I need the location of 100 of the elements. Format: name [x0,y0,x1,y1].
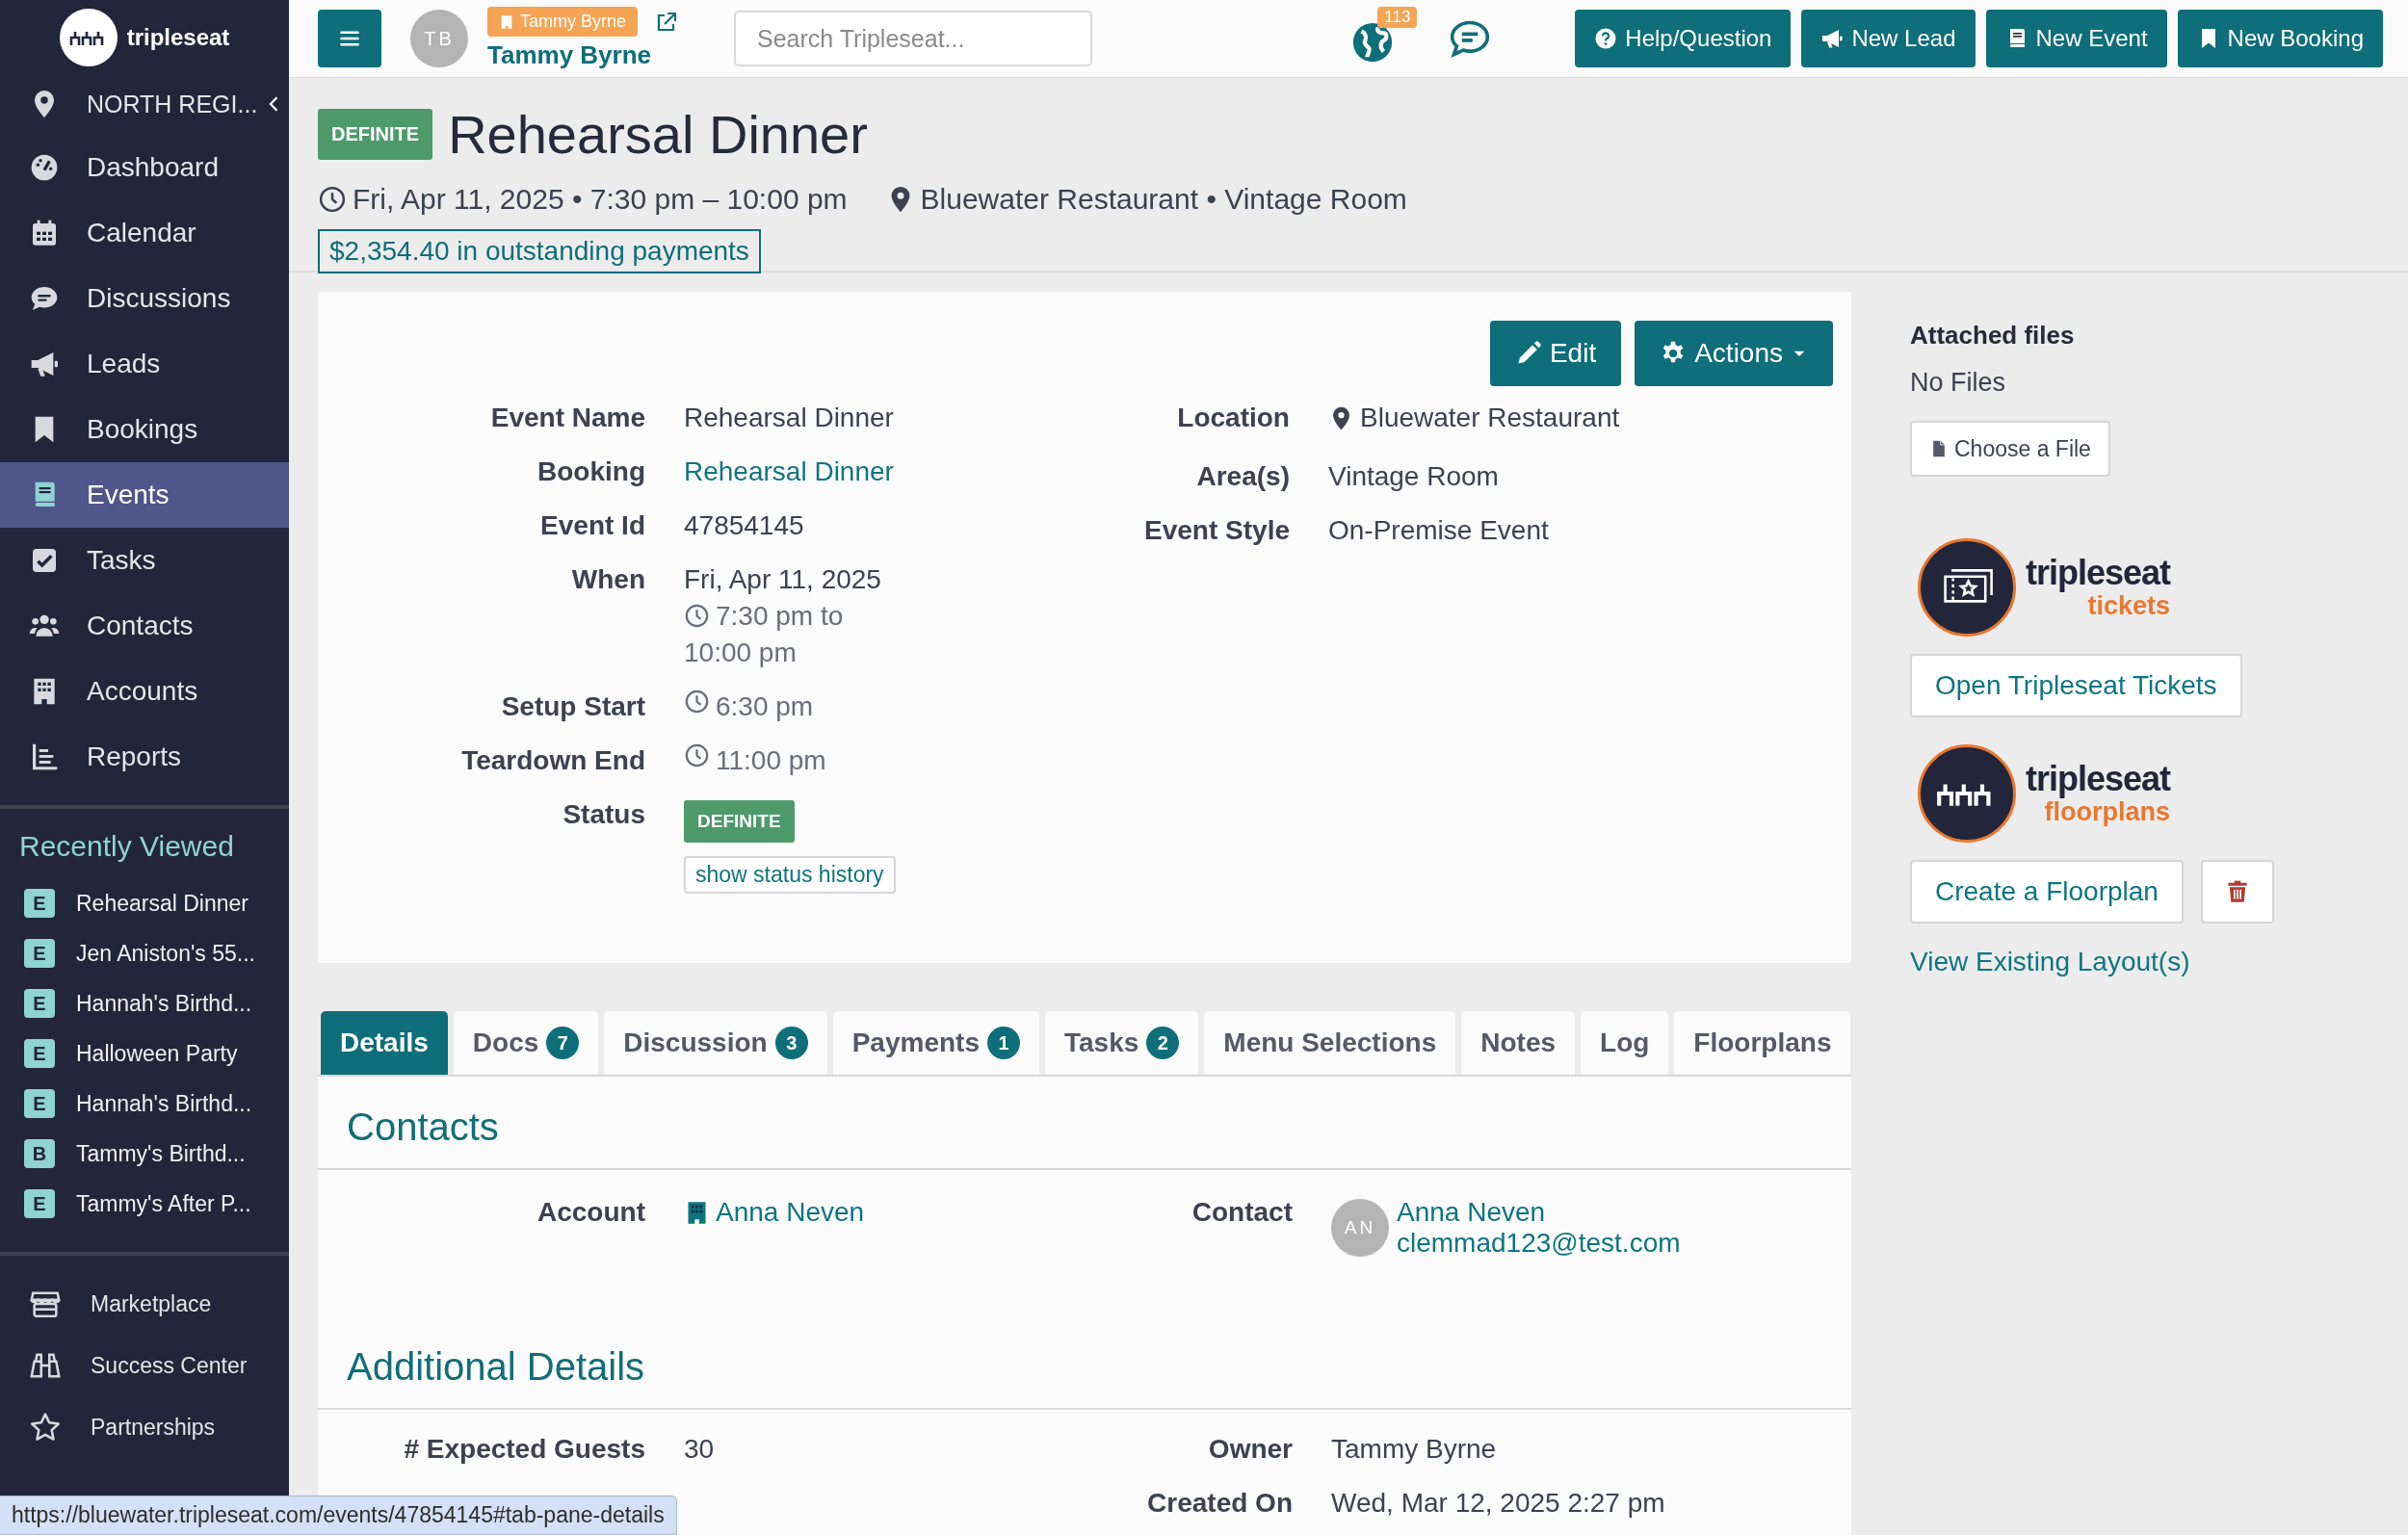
type-badge: E [24,989,55,1018]
tab[interactable]: Tasks 2 [1045,1011,1199,1075]
count-badge: 2 [1146,1027,1180,1059]
sidebar-item[interactable]: Contacts [0,593,289,659]
type-badge: E [24,889,55,918]
search-field[interactable]: Search Tripleseat... [734,11,1093,66]
field-value: 11:00 pm [684,742,970,779]
tab[interactable]: Notes [1461,1011,1576,1075]
sidebar-item[interactable]: Dashboard [0,135,289,200]
field-label: Event Id [539,509,645,542]
sidebar-item[interactable]: Tasks [0,528,289,593]
count-badge: 3 [774,1027,808,1059]
event-datetime: Fri, Apr 11, 2025 • 7:30 pm – 10:00 pm [318,183,848,216]
recent-item-link[interactable]: Hannah's Birthd... [76,990,252,1017]
sidebar-item[interactable]: Success Center [0,1335,289,1396]
time-range: 7:30 pm to 10:00 pm [684,600,845,669]
external-link-icon [655,10,679,34]
field-label: Created On [1146,1487,1293,1520]
type-badge: E [24,1039,55,1068]
tab[interactable]: Log [1581,1011,1669,1075]
header-button[interactable]: New Lead [1801,10,1976,67]
section-heading: Attached files [1910,321,2075,351]
field-label: Owner [1207,1433,1293,1466]
field-label: Area(s) [1195,459,1290,493]
tab[interactable]: Floorplans [1674,1011,1851,1075]
clock-icon [684,603,710,629]
section-heading: Additional Details [318,1316,1851,1410]
sidebar-item[interactable]: Reports [0,724,289,790]
field-label: Status [562,798,645,831]
event-venue: Bluewater Restaurant • Vintage Room [885,183,1407,216]
field-value: On-Premise Event [1328,513,1549,547]
create-floorplan-button[interactable]: Create a Floorplan [1910,860,2184,924]
recent-item-link[interactable]: Hannah's Birthd... [76,1090,252,1117]
clock-icon [684,689,710,715]
status-bar-url: https://bluewater.tripleseat.com/events/47854145#tab-pane-details [0,1496,677,1535]
recent-item-link[interactable]: Halloween Party [76,1040,238,1067]
menu-button[interactable] [318,10,381,67]
account-link[interactable]: Anna Neven [684,1197,865,1228]
user-avatar: TB [410,10,468,67]
tab[interactable]: Menu Selections [1204,1011,1456,1075]
type-badge: B [24,1139,55,1168]
clock-icon [684,742,710,768]
outstanding-payments-link[interactable]: $2,354.40 in outstanding payments [318,229,761,273]
star-icon [29,1411,62,1444]
recent-item-link[interactable]: Tammy's Birthd... [76,1140,246,1167]
section-heading: Recently Viewed [18,829,235,864]
recent-item-link[interactable]: Tammy's After P... [76,1190,251,1217]
tab[interactable]: Discussion 3 [604,1011,827,1075]
sidebar-item[interactable]: Partnerships [0,1396,289,1458]
megaphone-icon [1820,27,1845,50]
clock-icon [318,185,347,214]
field-value: Bluewater Restaurant [1328,400,1620,436]
contact-email-link[interactable]: clemmad123@test.com [1397,1228,1681,1259]
contact-name-link[interactable]: Anna Neven [1397,1197,1681,1228]
sidebar-item[interactable]: Marketplace [0,1273,289,1335]
user-badge: Tammy Byrne [487,7,639,37]
sidebar-item[interactable]: Leads [0,331,289,397]
sidebar-item[interactable]: Bookings [0,397,289,462]
status-badge: DEFINITE [318,109,433,160]
field-value: Vintage Room [1328,459,1499,493]
location-selector[interactable]: NORTH REGI... [0,73,289,135]
event-title: Rehearsal Dinner [448,103,868,166]
brand-name: tripleseat [126,24,230,51]
type-badge: E [24,1089,55,1118]
field-label: Contact [1191,1197,1293,1229]
tab[interactable]: Payments 1 [832,1011,1039,1075]
type-badge: E [24,939,55,968]
field-value: 30 [684,1433,715,1466]
view-layouts-link[interactable]: View Existing Layout(s) [1910,947,2190,977]
user-name-link[interactable]: Tammy Byrne [487,40,679,70]
empty-message: No Files [1910,368,2006,398]
building-icon [499,13,514,30]
choose-file-button[interactable]: Choose a File [1910,421,2110,477]
header-button[interactable]: New Event [1985,10,2167,67]
status-history-button[interactable]: show status history [684,856,896,894]
sidebar-item[interactable]: Accounts [0,659,289,724]
count-badge: 1 [987,1027,1020,1059]
sidebar-item[interactable]: Discussions [0,266,289,331]
field-label: Setup Start [500,690,645,723]
field-label: Teardown End [460,744,645,777]
open-tickets-button[interactable]: Open Tripleseat Tickets [1910,654,2242,717]
field-label: Event Style [1143,513,1290,547]
tab[interactable]: Docs 7 [453,1011,599,1075]
edit-button[interactable]: Edit [1489,321,1622,386]
actions-dropdown-button[interactable]: Actions [1635,321,1833,386]
header-button[interactable]: New Booking [2177,10,2383,67]
recent-item-link[interactable]: Jen Aniston's 55... [76,940,255,967]
field-label: When [570,563,645,596]
sidebar-item[interactable]: Calendar [0,200,289,266]
field-label: # Expected Guests [403,1433,645,1466]
type-badge: E [24,1189,55,1218]
header-button[interactable]: Help/Question [1575,10,1792,67]
delete-button[interactable] [2200,860,2274,924]
tab[interactable]: Details [321,1011,448,1075]
booking-link[interactable]: Rehearsal Dinner [684,454,894,490]
brand-name: tripleseat [2026,555,2171,591]
recent-item-link[interactable]: Rehearsal Dinner [76,890,249,917]
sidebar-item[interactable]: Events [0,462,289,528]
count-badge: 7 [546,1027,580,1059]
field-value: Fri, Apr 11, 2025 [684,563,881,596]
